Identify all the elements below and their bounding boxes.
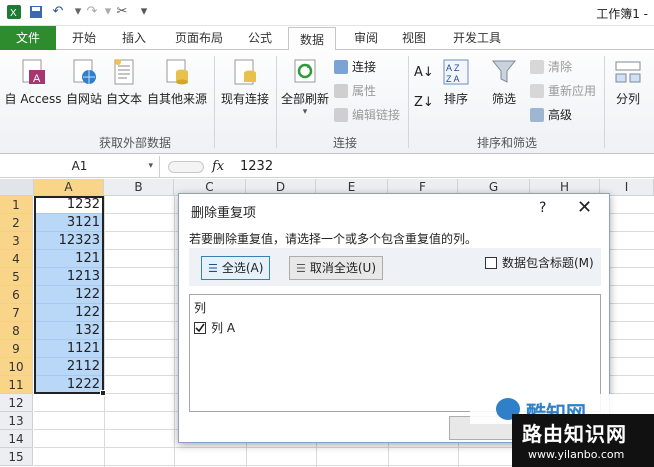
column-header-a[interactable]: A (34, 179, 104, 196)
fill-handle[interactable] (100, 390, 106, 396)
tools-icon[interactable]: ✂ (114, 4, 130, 20)
access-icon: A (19, 58, 47, 86)
row-header[interactable]: 12 (0, 394, 33, 412)
row-header[interactable]: 3 (0, 232, 33, 250)
watermark-site: 路由知识网 www.yilanbo.com (512, 414, 654, 467)
customize-qat-icon[interactable]: ▾ (136, 4, 152, 20)
list-item[interactable]: 列 A (194, 319, 235, 336)
tab-page-layout[interactable]: 页面布局 (166, 26, 232, 50)
from-access-button[interactable]: A 自 Access (2, 58, 64, 107)
reapply-button[interactable]: 重新应用 (530, 82, 596, 100)
tab-developer[interactable]: 开发工具 (444, 26, 510, 50)
checkbox-checked[interactable] (194, 322, 206, 334)
formula-bar: A1 ▾ fx 1232 (0, 156, 654, 178)
existing-connections-button[interactable]: 现有连接 (218, 58, 272, 107)
has-headers-checkbox[interactable]: 数据包含标题(M) (485, 254, 594, 271)
clear-filter-button[interactable]: 清除 (530, 58, 572, 76)
connections-button[interactable]: 连接 (334, 58, 376, 76)
sort-descending-icon[interactable]: Z↓ (414, 94, 434, 112)
excel-logo-icon: X (6, 4, 22, 20)
ribbon-tabs: 文件 开始 插入 页面布局 公式 数据 审阅 视图 开发工具 (0, 26, 654, 51)
web-icon (70, 58, 98, 86)
text-to-columns-button[interactable]: 分列 (608, 58, 648, 107)
name-box[interactable]: A1 ▾ (0, 156, 160, 177)
undo-icon[interactable]: ↶ (50, 4, 66, 20)
refresh-icon (291, 58, 319, 86)
svg-text:A Z: A Z (446, 63, 460, 73)
row-header[interactable]: 13 (0, 412, 33, 430)
save-icon[interactable] (28, 4, 44, 20)
sort-icon: A ZZ A (442, 58, 470, 86)
filter-icon (490, 58, 518, 86)
column-header-b[interactable]: B (104, 179, 174, 196)
row-header[interactable]: 14 (0, 430, 33, 448)
clear-icon (530, 60, 544, 74)
svg-text:A: A (33, 73, 41, 85)
refresh-dropdown-icon[interactable]: ▾ (280, 107, 330, 117)
dialog-title: 删除重复项 (191, 206, 257, 221)
selection-range (34, 196, 104, 394)
tab-formulas[interactable]: 公式 (240, 26, 280, 50)
advanced-filter-icon (530, 108, 544, 122)
ribbon-data: A 自 Access 自网站 自文本 自其他来源 现有连接 获取外部数据 全部刷… (0, 50, 654, 154)
redo-icon[interactable]: ↷ (84, 4, 100, 20)
properties-button[interactable]: 属性 (334, 82, 376, 100)
window-title: 工作簿1 - (596, 7, 648, 21)
tab-view[interactable]: 视图 (394, 26, 434, 50)
tab-data[interactable]: 数据 (288, 27, 336, 51)
row-header[interactable]: 2 (0, 214, 33, 232)
row-header[interactable]: 8 (0, 322, 33, 340)
reapply-icon (530, 84, 544, 98)
group-label-get-external: 获取外部数据 (98, 136, 171, 150)
other-sources-icon (163, 58, 191, 86)
from-other-sources-button[interactable]: 自其他来源 (144, 58, 210, 107)
text-file-icon (110, 58, 138, 86)
row-header[interactable]: 4 (0, 250, 33, 268)
row-header[interactable]: 7 (0, 304, 33, 322)
row-header[interactable]: 15 (0, 448, 33, 466)
tab-insert[interactable]: 插入 (114, 26, 154, 50)
connections-icon (334, 60, 348, 74)
unselect-all-icon: ☰ (296, 262, 306, 275)
select-all-corner[interactable] (0, 179, 34, 196)
from-text-button[interactable]: 自文本 (104, 58, 144, 107)
select-all-icon: ☰ (208, 262, 218, 275)
formula-input[interactable]: 1232 (240, 156, 273, 177)
sort-button[interactable]: A ZZ A 排序 (438, 58, 474, 107)
advanced-filter-button[interactable]: 高级 (530, 106, 572, 124)
help-button[interactable]: ? (539, 200, 546, 216)
refresh-all-button[interactable]: 全部刷新 ▾ (280, 58, 330, 117)
group-label-sort-filter: 排序和筛选 (476, 136, 537, 150)
dialog-instruction: 若要删除重复值，请选择一个或多个包含重复值的列。 (189, 232, 478, 246)
svg-text:Z A: Z A (446, 74, 460, 84)
group-label-connections: 连接 (332, 136, 357, 150)
insert-function-icon[interactable]: fx (212, 156, 234, 177)
row-header[interactable]: 11 (0, 376, 33, 394)
edit-links-button[interactable]: 编辑链接 (334, 106, 400, 124)
title-bar: X ↶ ▾ ↷ ▾ ✂ ▾ 工作簿1 - (0, 0, 654, 26)
tab-review[interactable]: 审阅 (346, 26, 386, 50)
list-header: 列 (194, 301, 207, 315)
unselect-all-button[interactable]: ☰ 取消全选(U) (289, 256, 384, 280)
properties-icon (334, 84, 348, 98)
select-all-button[interactable]: ☰ 全选(A) (201, 256, 271, 280)
filter-button[interactable]: 筛选 (484, 58, 524, 107)
checkbox-unchecked[interactable] (485, 257, 497, 269)
row-header[interactable]: 10 (0, 358, 33, 376)
row-header[interactable]: 5 (0, 268, 33, 286)
formula-bar-resizer[interactable] (168, 161, 204, 173)
close-button[interactable]: ✕ (577, 197, 592, 218)
row-header[interactable]: 1 (0, 196, 33, 214)
svg-text:X: X (10, 8, 17, 19)
existing-connections-icon (231, 58, 259, 86)
from-web-button[interactable]: 自网站 (64, 58, 104, 107)
sort-ascending-icon[interactable]: A↓ (414, 64, 434, 82)
tab-home[interactable]: 开始 (64, 26, 104, 50)
row-header[interactable]: 6 (0, 286, 33, 304)
name-box-dropdown-icon[interactable]: ▾ (148, 156, 153, 177)
row-header[interactable]: 9 (0, 340, 33, 358)
edit-links-icon (334, 108, 348, 122)
text-to-columns-icon (614, 58, 642, 86)
tab-file[interactable]: 文件 (0, 26, 56, 50)
